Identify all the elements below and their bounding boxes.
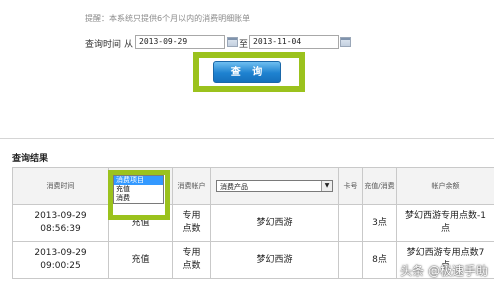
cell-time: 2013-09-29 09:00:25 [12, 241, 109, 279]
start-calendar-icon[interactable] [227, 37, 238, 47]
header-balance: 帐户余额 [396, 167, 494, 205]
item-filter-option[interactable]: 充值 [114, 185, 163, 194]
table-header-row: 消费时间 消费帐户 消费产品 ▼ 卡号 充值/消费 帐户余额 [12, 167, 494, 205]
section-divider [0, 138, 494, 139]
query-button[interactable]: 查 询 [213, 61, 281, 83]
cell-account: 专用点数 [172, 241, 211, 279]
query-time-label: 查询时间 [85, 40, 122, 50]
cell-balance: 梦幻西游专用点数-1点 [396, 204, 494, 242]
header-time: 消费时间 [12, 167, 109, 205]
cell-item: 充值 [108, 241, 173, 279]
table-row: 2013-09-29 08:56:39 充值 专用点数 梦幻西游 3点 梦幻西游… [12, 204, 494, 242]
cell-amount: 3点 [362, 204, 397, 242]
item-filter-option[interactable]: 消费 [114, 194, 163, 203]
cell-card-no [338, 204, 363, 242]
product-filter-select[interactable]: 消费产品 ▼ [216, 180, 333, 192]
results-title: 查询结果 [12, 154, 49, 164]
header-account: 消费帐户 [172, 167, 211, 205]
cell-product: 梦幻西游 [210, 241, 339, 279]
product-filter-value: 消费产品 [220, 183, 248, 191]
notice-text: 提醒：本系统只提供6个月以内的消费明细账单 [85, 14, 251, 23]
header-product: 消费产品 ▼ [210, 167, 339, 205]
cell-account: 专用点数 [172, 204, 211, 242]
cell-product: 梦幻西游 [210, 204, 339, 242]
item-filter-dropdown[interactable]: 消费项目 充值 消费 [113, 175, 164, 204]
cell-time: 2013-09-29 08:56:39 [12, 204, 109, 242]
item-filter-option[interactable]: 消费项目 [114, 176, 163, 185]
watermark-text: 头条 @极速手助 [400, 264, 488, 278]
billing-query-page: 提醒：本系统只提供6个月以内的消费明细账单 查询时间 从 2013-09-29 … [0, 0, 494, 285]
chevron-down-icon: ▼ [321, 181, 332, 191]
header-amount: 充值/消费 [362, 167, 397, 205]
end-calendar-icon[interactable] [340, 37, 351, 47]
item-filter-highlight: 消费项目 充值 消费 [108, 170, 170, 220]
start-date-field[interactable]: 2013-09-29 [135, 35, 225, 49]
watermark: 头条 @极速手助 [400, 262, 488, 279]
to-label: 至 [239, 40, 249, 50]
from-label: 从 [124, 40, 134, 50]
header-card-no: 卡号 [338, 167, 363, 205]
end-date-field[interactable]: 2013-11-04 [249, 35, 339, 49]
cell-card-no [338, 241, 363, 279]
cell-amount: 8点 [362, 241, 397, 279]
